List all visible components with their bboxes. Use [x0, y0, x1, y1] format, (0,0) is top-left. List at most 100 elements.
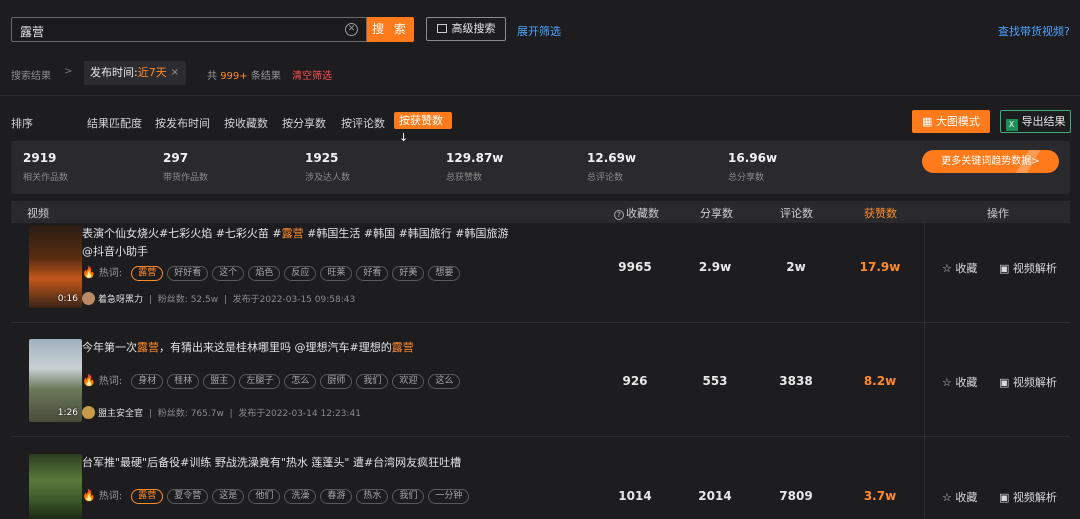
filter-chip-publish-time[interactable]: 发布时间:近7天 ×: [84, 61, 186, 85]
hot-tag[interactable]: 这么: [428, 374, 461, 389]
video-title[interactable]: 台军推"最硬"后备役#训练 野战洗澡竟有"热水 莲蓬头" 遭#台湾网友疯狂吐槽: [82, 454, 512, 472]
hot-tag[interactable]: 怎么: [284, 374, 317, 389]
sort-like-active[interactable]: 按获赞数↓: [394, 112, 452, 144]
stat-comments: 12.69w 总评论数: [587, 151, 636, 183]
video-duration: 1:26: [57, 408, 78, 418]
hot-label: 热词:: [98, 268, 123, 279]
hot-tag[interactable]: 露营: [131, 266, 164, 281]
hot-tag[interactable]: 反应: [284, 266, 317, 281]
help-icon[interactable]: ?: [614, 210, 624, 220]
like-count: 17.9w: [859, 260, 901, 274]
collect-count: 1014: [618, 489, 652, 503]
row-divider: [11, 322, 1070, 323]
video-title[interactable]: 今年第一次露营，有猜出来这是桂林哪里吗 @理想汽车#理想的露营: [82, 339, 512, 357]
export-results-button[interactable]: X 导出结果: [1000, 110, 1071, 133]
search-input[interactable]: 露营 ✕: [11, 17, 367, 42]
chip-value: 近7天: [137, 66, 167, 79]
advanced-search-icon: [436, 24, 447, 33]
collect-action[interactable]: ☆ 收藏: [942, 489, 977, 505]
header-action: 操作: [987, 207, 1009, 220]
avatar[interactable]: [82, 406, 95, 419]
hot-tag[interactable]: 厨师: [320, 374, 353, 389]
video-meta: 盟主安全官 | 粉丝数: 765.7w | 发布于2022-03-14 12:23…: [82, 406, 361, 419]
hot-tag[interactable]: 这个: [212, 266, 245, 281]
video-parse-action[interactable]: ▣ 视频解析: [999, 489, 1057, 505]
hot-tag[interactable]: 盟主: [203, 374, 236, 389]
hot-tag[interactable]: 春游: [320, 489, 353, 504]
image-icon: ▣: [999, 491, 1013, 504]
advanced-search-button[interactable]: 高级搜索: [426, 17, 506, 41]
share-count: 553: [702, 374, 728, 388]
collect-action[interactable]: ☆ 收藏: [942, 374, 977, 390]
big-image-mode-button[interactable]: ▦ 大图模式: [912, 110, 990, 133]
header-collect[interactable]: ? 收藏数: [614, 205, 659, 221]
hot-tag[interactable]: 好看: [356, 266, 389, 281]
hot-tag[interactable]: 这是: [212, 489, 245, 504]
hot-tag[interactable]: 热水: [356, 489, 389, 504]
sort-publish-time[interactable]: 按发布时间: [155, 115, 210, 131]
hot-tag[interactable]: 好美: [392, 266, 425, 281]
hot-tag[interactable]: 一分钟: [428, 489, 470, 504]
sort-collect[interactable]: 按收藏数: [224, 115, 268, 131]
sort-share[interactable]: 按分享数: [282, 115, 326, 131]
hot-tag[interactable]: 他们: [248, 489, 281, 504]
fans-count: 52.5w: [190, 295, 219, 305]
find-goods-video-link[interactable]: 查找带货视频?: [998, 23, 1070, 39]
search-query[interactable]: 露营: [20, 23, 44, 40]
hot-tag[interactable]: 欢迎: [392, 374, 425, 389]
hot-tag[interactable]: 身材: [131, 374, 164, 389]
video-thumbnail[interactable]: 1:26: [29, 339, 82, 422]
stat-label: 总分享数: [728, 173, 765, 183]
video-parse-action[interactable]: ▣ 视频解析: [999, 374, 1057, 390]
hot-tag[interactable]: 我们: [392, 489, 425, 504]
header-share[interactable]: 分享数: [700, 205, 733, 221]
hot-label: 热词:: [98, 376, 123, 387]
comment-count: 2w: [786, 260, 806, 274]
hot-tag[interactable]: 我们: [356, 374, 389, 389]
search-button[interactable]: 搜 索: [367, 17, 414, 42]
stat-label: 带货作品数: [163, 173, 209, 183]
stat-value: 12.69w: [587, 151, 637, 165]
expand-filter-link[interactable]: 展开筛选: [517, 23, 561, 39]
publish-time: 发布于2022-03-14 12:23:41: [238, 409, 361, 419]
clear-search-icon[interactable]: ✕: [345, 23, 358, 36]
hot-tag[interactable]: 旺莱: [320, 266, 353, 281]
video-meta: 着急呀黑力 | 粉丝数: 52.5w | 发布于2022-03-15 09:58:…: [82, 292, 355, 305]
video-parse-action[interactable]: ▣ 视频解析: [999, 260, 1057, 276]
clear-filter-link[interactable]: 清空筛选: [292, 67, 332, 82]
share-count: 2.9w: [698, 260, 732, 274]
parse-label: 视频解析: [1012, 491, 1057, 504]
stat-creators: 1925 涉及达人数: [305, 151, 350, 183]
author-name[interactable]: 盟主安全官: [98, 409, 143, 419]
hot-tag[interactable]: 想要: [428, 266, 461, 281]
hot-tag[interactable]: 好好看: [167, 266, 209, 281]
avatar[interactable]: [82, 292, 95, 305]
fans-count: 765.7w: [190, 409, 224, 419]
hot-tag[interactable]: 桂林: [167, 374, 200, 389]
hot-tag[interactable]: 焰色: [248, 266, 281, 281]
hot-tag[interactable]: 左腿子: [239, 374, 281, 389]
title-keyword: 露营: [137, 341, 159, 354]
video-thumbnail[interactable]: [29, 454, 82, 519]
hot-tag[interactable]: 夏令营: [167, 489, 209, 504]
stat-goods-works: 297 带货作品数: [163, 151, 208, 183]
header-like[interactable]: 获赞数: [864, 205, 897, 221]
video-title[interactable]: 表演个仙女烧火#七彩火焰 #七彩火苗 #露营 #韩国生活 #韩国 #韩国旅行 #…: [82, 225, 512, 261]
more-keyword-trend-button[interactable]: 更多关键词趋势数据>: [922, 150, 1059, 173]
chip-close-icon[interactable]: ×: [171, 61, 179, 85]
hot-tag[interactable]: 洗澡: [284, 489, 317, 504]
hot-tag[interactable]: 露营: [131, 489, 164, 504]
author-name[interactable]: 着急呀黑力: [98, 295, 143, 305]
header-comment[interactable]: 评论数: [780, 205, 813, 221]
sort-comment[interactable]: 按评论数: [341, 115, 385, 131]
sort-relevance[interactable]: 结果匹配度: [87, 115, 142, 131]
collect-action[interactable]: ☆ 收藏: [942, 260, 977, 276]
header-video: 视频: [27, 207, 49, 220]
row-divider: [11, 436, 1070, 437]
column-divider: [924, 223, 925, 519]
advanced-search-label: 高级搜索: [451, 22, 496, 35]
collect-count: 9965: [618, 260, 652, 274]
fire-icon: 🔥: [82, 266, 96, 279]
video-thumbnail[interactable]: 0:16: [29, 225, 82, 308]
stats-panel: 2919 相关作品数 297 带货作品数 1925 涉及达人数 129.87w 总获赞数…: [11, 141, 1070, 194]
